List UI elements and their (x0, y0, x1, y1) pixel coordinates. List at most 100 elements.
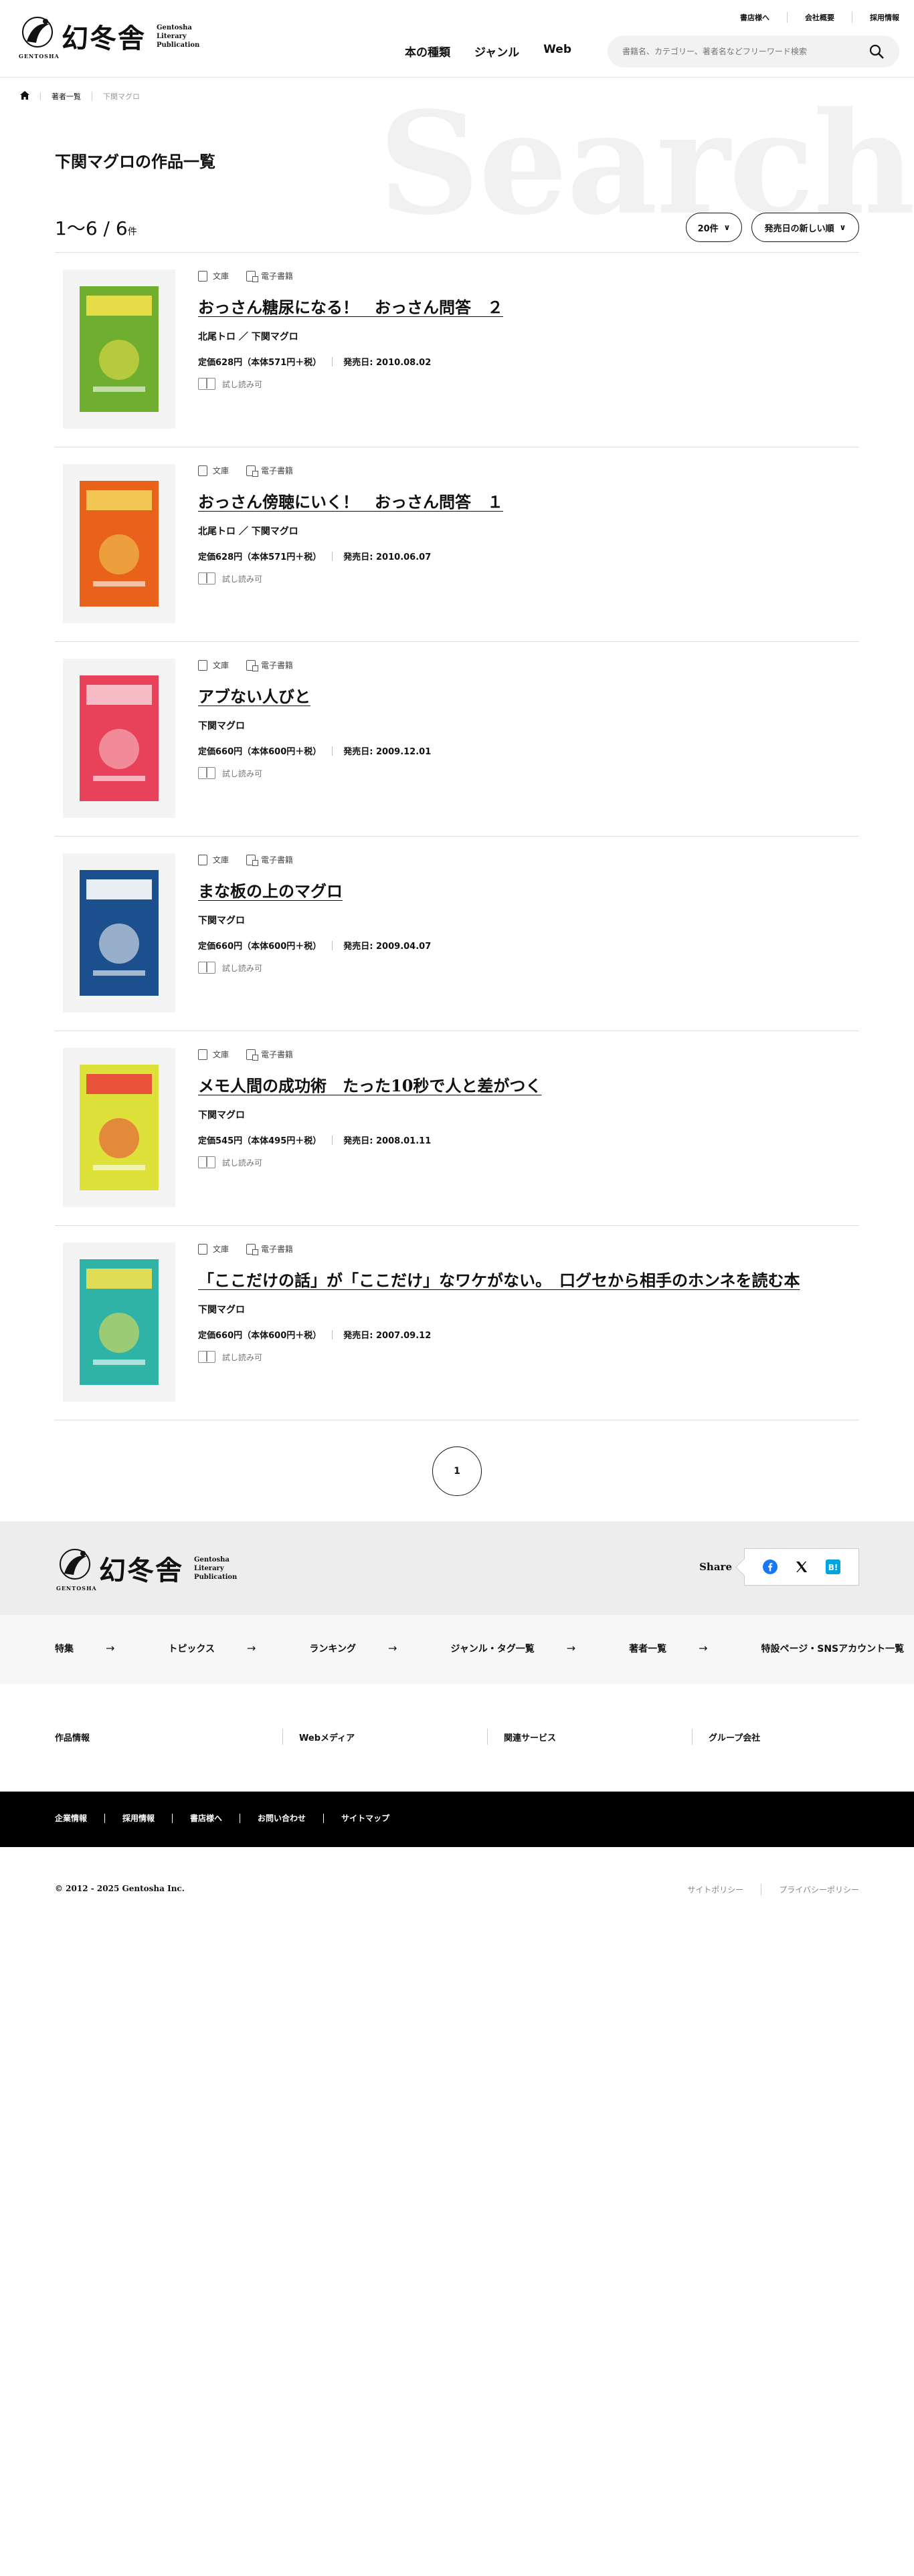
footer-col-services[interactable]: 関連サービス (487, 1729, 692, 1745)
cover-image[interactable] (80, 1259, 159, 1385)
trial-read[interactable]: 試し読み可 (198, 1156, 262, 1168)
book-authors: 下関マグロ (198, 916, 245, 926)
tag-bunko: 文庫 (198, 854, 229, 865)
footer-nav-topics[interactable]: トピックス → (168, 1642, 282, 1655)
tag-bunko: 文庫 (198, 270, 229, 282)
book-price: 定価660円（本体600円＋税） (198, 747, 322, 757)
book-authors: 下関マグロ (198, 721, 245, 732)
footer-black-bar: 企業情報 採用情報 書店様へ お問い合わせ サイトマップ (0, 1792, 914, 1847)
book-authors: 下関マグロ (198, 1110, 245, 1121)
per-page-select[interactable]: 20件 ∨ (686, 213, 742, 242)
share-buttons: B! (744, 1548, 859, 1586)
tag-ebook: 電子書籍 (246, 465, 293, 477)
x-icon[interactable] (794, 1560, 809, 1574)
format-tags: 文庫 電子書籍 (198, 854, 310, 866)
home-icon[interactable] (20, 91, 29, 102)
cover-art-shape (93, 581, 145, 586)
footer-nav-authors[interactable]: 著者一覧 → (629, 1642, 734, 1655)
book-price: 定価660円（本体600円＋税） (198, 1331, 322, 1341)
trial-read[interactable]: 試し読み可 (198, 378, 262, 390)
search-bar (608, 35, 899, 68)
footer-link-contact[interactable]: お問い合わせ (240, 1814, 323, 1823)
cover-image[interactable] (80, 1065, 159, 1190)
hatena-icon[interactable]: B! (826, 1560, 841, 1574)
trial-read[interactable]: 試し読み可 (198, 767, 262, 779)
privacy-policy-link[interactable]: プライバシーポリシー (761, 1884, 859, 1895)
pagination-page-1[interactable]: 1 (432, 1446, 482, 1496)
nav-book-types[interactable]: 本の種類 (405, 43, 450, 60)
site-header: GENTOSHA 幻冬舎 Gentosha Literary Publicati… (0, 0, 914, 78)
trial-read[interactable]: 試し読み可 (198, 572, 262, 584)
cover-image[interactable] (80, 675, 159, 801)
book-cover[interactable] (63, 270, 175, 429)
ebook-icon (246, 1243, 259, 1255)
book-item: 文庫 電子書籍 おっさん傍聴にいく！ おっさん問答 １ 北尾トロ ／ 下関マグロ… (55, 447, 859, 642)
book-cover[interactable] (63, 464, 175, 623)
book-title[interactable]: アブない人びと (198, 683, 310, 707)
book-cover[interactable] (63, 1243, 175, 1402)
book-title[interactable]: おっさん傍聴にいく！ おっさん問答 １ (198, 489, 503, 512)
tag-bunko: 文庫 (198, 1243, 229, 1255)
trial-read[interactable]: 試し読み可 (198, 962, 262, 974)
book-date: 発売日: 2008.01.11 (343, 1136, 432, 1146)
nav-web[interactable]: Web (543, 43, 571, 60)
footer-nav-feature[interactable]: 特集 → (55, 1642, 141, 1655)
book-item: 文庫 電子書籍 メモ人間の成功術 たった10秒で人と差がつく 下関マグロ 定価5… (55, 1031, 859, 1226)
site-logo[interactable]: GENTOSHA 幻冬舎 Gentosha Literary Publicati… (19, 15, 199, 60)
site-policy-link[interactable]: サイトポリシー (670, 1884, 761, 1895)
ebook-icon (246, 1049, 259, 1061)
trial-read[interactable]: 試し読み可 (198, 1351, 262, 1363)
cover-art-shape (93, 1360, 145, 1365)
cover-image[interactable] (80, 286, 159, 412)
footer-link-recruit[interactable]: 採用情報 (104, 1814, 172, 1823)
footer-link-sitemap[interactable]: サイトマップ (323, 1814, 407, 1823)
footer-nav-genre-tags[interactable]: ジャンル・タグ一覧 → (450, 1642, 602, 1655)
footer-link-bookstores[interactable]: 書店様へ (172, 1814, 240, 1823)
facebook-icon[interactable] (762, 1560, 778, 1574)
footer-nav-special[interactable]: 特設ページ・SNSアカウント一覧→ (761, 1642, 914, 1655)
footer-columns: 作品情報 Webメディア 関連サービス グループ会社 (55, 1729, 859, 1745)
cover-art-shape (99, 729, 139, 769)
book-price: 定価628円（本体571円＋税） (198, 358, 322, 368)
book-title[interactable]: 「ここだけの話」が「ここだけ」なワケがない。 口グセから相手のホンネを読む本 (198, 1267, 800, 1291)
tag-bunko: 文庫 (198, 465, 229, 476)
cover-art-shape (99, 340, 139, 380)
sort-select[interactable]: 発売日の新しい順 ∨ (751, 213, 859, 242)
book-price: 定価660円（本体600円＋税） (198, 942, 322, 952)
footer-col-web-media[interactable]: Webメディア (282, 1729, 487, 1745)
book-cover[interactable] (63, 659, 175, 818)
book-list: 文庫 電子書籍 おっさん糖尿になる！ おっさん問答 ２ 北尾トロ ／ 下関マグロ… (55, 252, 859, 1420)
arrow-right-icon: → (388, 1642, 397, 1654)
book-meta: 定価660円（本体600円＋税） 発売日: 2009.12.01 (198, 744, 431, 757)
cover-image[interactable] (80, 481, 159, 607)
search-input[interactable] (622, 47, 869, 56)
footer-link-corporate[interactable]: 企業情報 (55, 1814, 104, 1823)
book-title[interactable]: メモ人間の成功術 たった10秒で人と差がつく (198, 1073, 541, 1096)
breadcrumb: 著者一覧 下関マグロ (20, 91, 140, 102)
tag-ebook: 電子書籍 (246, 270, 293, 282)
book-meta: 定価545円（本体495円＋税） 発売日: 2008.01.11 (198, 1134, 431, 1146)
footer-top: GENTOSHA 幻冬舎 Gentosha Literary Publicati… (0, 1521, 914, 1615)
top-link-company[interactable]: 会社概要 (787, 12, 852, 23)
footer-col-group[interactable]: グループ会社 (692, 1729, 859, 1745)
breadcrumb-authors[interactable]: 著者一覧 (52, 91, 81, 102)
top-link-recruit[interactable]: 採用情報 (852, 12, 899, 23)
top-link-bookstores[interactable]: 書店様へ (723, 12, 787, 23)
nav-genre[interactable]: ジャンル (474, 43, 519, 60)
ebook-icon (246, 465, 259, 477)
cover-image[interactable] (80, 870, 159, 996)
cover-art-shape (93, 387, 145, 392)
footer-nav-ranking[interactable]: ランキング → (309, 1642, 424, 1655)
footer-logo[interactable]: GENTOSHA 幻冬舎 Gentosha Literary Publicati… (56, 1547, 237, 1592)
ebook-icon (246, 659, 259, 671)
search-icon[interactable] (869, 43, 885, 60)
book-meta: 定価628円（本体571円＋税） 発売日: 2010.08.02 (198, 355, 431, 368)
book-date: 発売日: 2009.04.07 (343, 942, 432, 952)
footer-col-works[interactable]: 作品情報 (55, 1729, 282, 1745)
cover-art-shape (93, 970, 145, 976)
book-cover[interactable] (63, 853, 175, 1012)
book-title[interactable]: まな板の上のマグロ (198, 878, 343, 901)
book-title[interactable]: おっさん糖尿になる！ おっさん問答 ２ (198, 294, 503, 318)
book-date: 発売日: 2009.12.01 (343, 747, 432, 757)
book-cover[interactable] (63, 1048, 175, 1207)
